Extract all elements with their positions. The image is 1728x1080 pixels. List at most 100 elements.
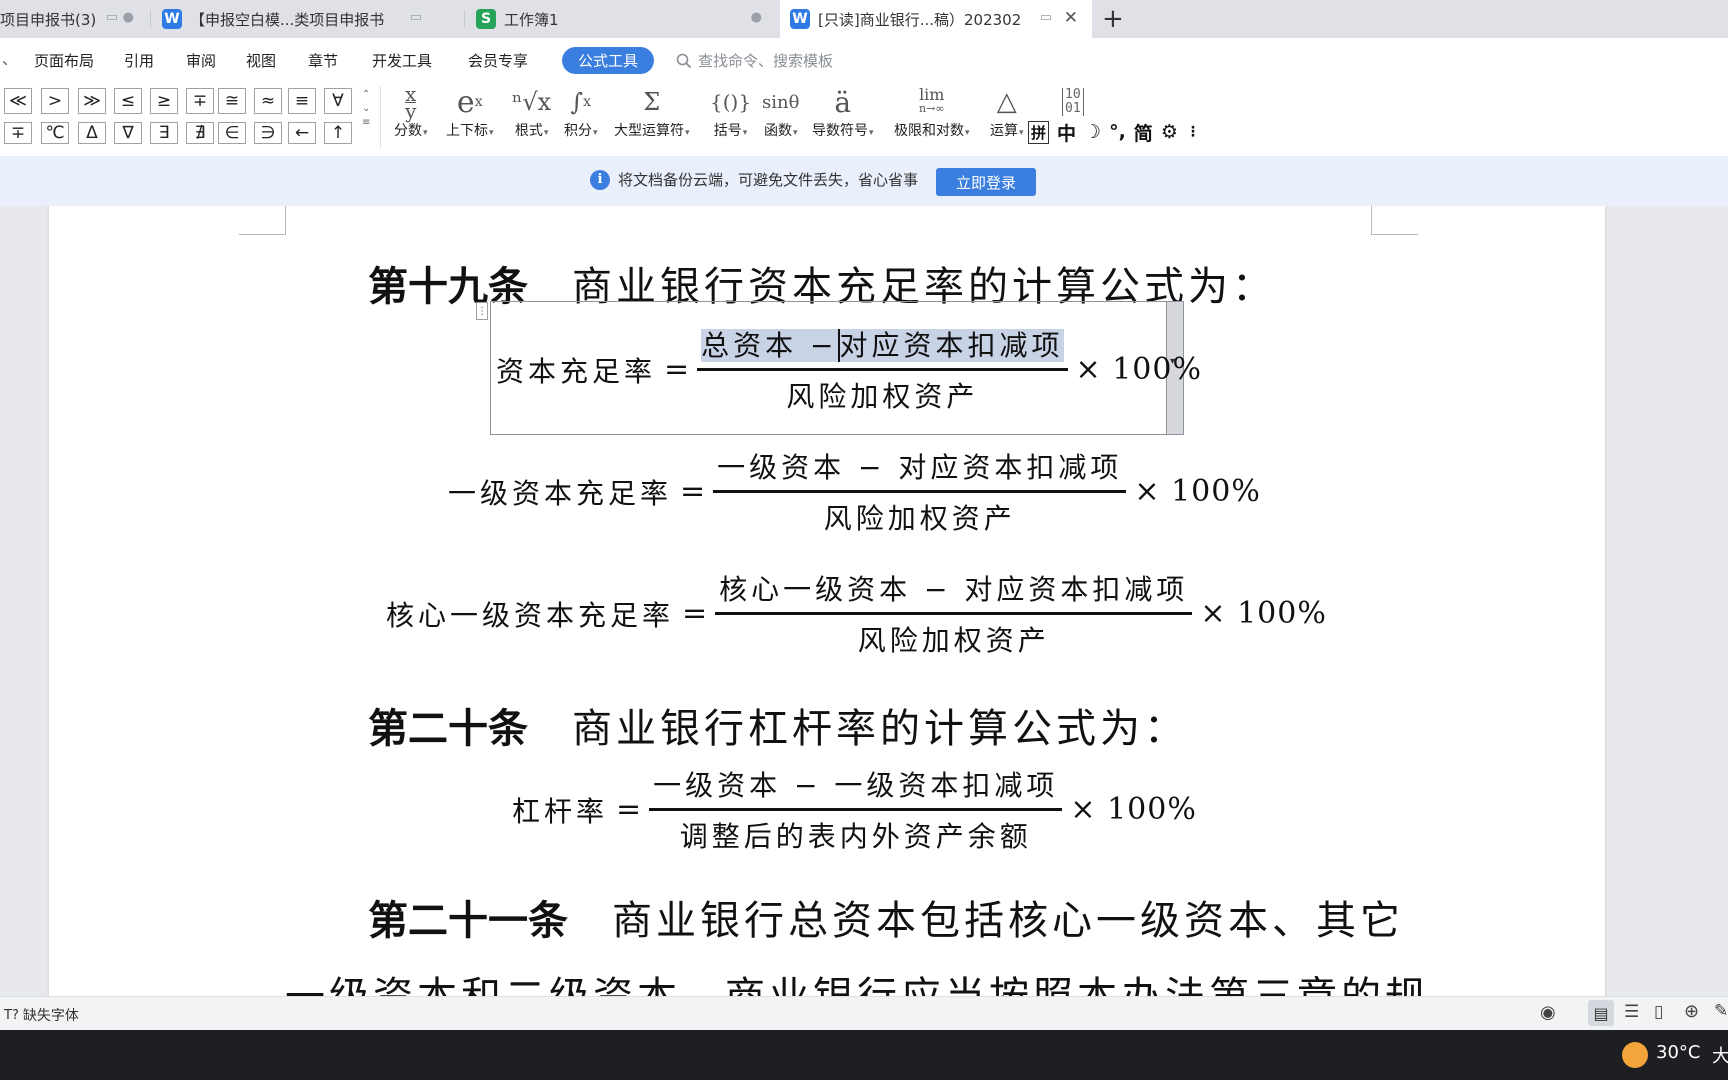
close-icon[interactable]: ✕ <box>1064 8 1078 28</box>
weather-description[interactable]: 大 <box>1712 1042 1728 1068</box>
ime-pinyin[interactable]: 拼 <box>1028 120 1050 144</box>
symbol-much-greater[interactable]: ≫ <box>78 88 106 114</box>
symbol-delta[interactable]: Δ <box>78 122 106 144</box>
ribbon-separator <box>380 86 381 148</box>
tab-separator <box>150 10 151 28</box>
numerator[interactable]: 核心一级资本 − 对应资本扣减项 <box>715 568 1193 615</box>
denominator[interactable]: 风险加权资产 <box>858 615 1050 659</box>
tab-separator <box>464 10 465 28</box>
symbol-much-less[interactable]: ≪ <box>4 88 32 114</box>
article-text: 商业银行杠杆率的计算公式为： <box>572 706 1188 752</box>
symbol-element-of[interactable]: ∈ <box>218 122 246 144</box>
numerator[interactable]: 一级资本 − 对应资本扣减项 <box>713 446 1127 493</box>
ime-simplified[interactable]: 简 <box>1134 119 1153 146</box>
menu-page-layout[interactable]: 页面布局 <box>34 50 94 71</box>
menu-references[interactable]: 引用 <box>124 50 154 71</box>
notice-text: 将文档备份云端，可避免文件丢失，省心省事 <box>618 171 919 189</box>
pen-icon[interactable]: ✎ <box>1714 1001 1728 1021</box>
equation-drag-handle[interactable]: ⋮ <box>476 302 488 320</box>
radical-button[interactable]: ⁿ√x 根式 <box>512 84 551 150</box>
symbol-nabla[interactable]: ∇ <box>114 122 142 144</box>
web-view-icon[interactable]: ⊕ <box>1684 1001 1699 1022</box>
search-box[interactable]: 查找命令、搜索模板 <box>676 50 833 71</box>
ime-punct-icon[interactable]: °, <box>1109 121 1126 143</box>
function-button[interactable]: sinθ 函数 <box>762 84 799 150</box>
symbol-scroll-icon[interactable]: ⌃ ⌄ ≡ <box>362 88 370 130</box>
menu-developer-tools[interactable]: 开发工具 <box>372 50 432 71</box>
symbol-greater-equal[interactable]: ≥ <box>150 88 178 114</box>
tab-formula-tools[interactable]: 公式工具 <box>562 47 654 74</box>
operator-button[interactable]: △ 运算 <box>990 84 1024 150</box>
menu-overflow-icon[interactable]: 、 <box>2 48 17 69</box>
denominator[interactable]: 风险加权资产 <box>824 493 1016 537</box>
fraction: 总资本 −对应资本扣减项 风险加权资产 <box>697 324 1068 415</box>
numerator[interactable]: 总资本 −对应资本扣减项 <box>697 324 1068 371</box>
bracket-icon: {()} <box>710 90 752 114</box>
large-operator-button[interactable]: Σ 大型运算符 <box>614 84 690 150</box>
missing-font-status[interactable]: T? 缺失字体 <box>4 1005 79 1025</box>
tier1-capital-adequacy-formula[interactable]: 一级资本充足率 = 一级资本 − 对应资本扣减项 风险加权资产 × 100% <box>448 446 1261 537</box>
ime-settings-icon[interactable]: ⚙ <box>1161 121 1178 143</box>
numerator-selected-b: 对应资本扣减项 <box>837 329 1064 362</box>
capital-adequacy-formula[interactable]: 资本充足率 = 总资本 −对应资本扣减项 风险加权资产 × 100% <box>496 324 1202 415</box>
multiplier: × 100% <box>1070 792 1197 827</box>
tab-workbook[interactable]: S 工作簿1 ● <box>466 0 776 38</box>
equals-sign: = <box>616 792 642 827</box>
new-tab-button[interactable]: + <box>1102 4 1124 34</box>
comment-icon: ▭ <box>1039 10 1052 25</box>
ime-more-icon[interactable]: ⋮ <box>1186 124 1200 140</box>
tab-active-doc[interactable]: W [只读]商业银行...稿）202302 ▭ ✕ <box>780 0 1092 38</box>
integral-button[interactable]: ∫ x 积分 <box>564 84 598 150</box>
symbol-not-exists[interactable]: ∄ <box>186 122 214 144</box>
symbol-minus-plus[interactable]: ∓ <box>186 88 214 114</box>
denominator[interactable]: 调整后的表内外资产余额 <box>680 811 1032 855</box>
radical-label: 根式 <box>515 120 549 140</box>
weather-icon[interactable] <box>1622 1042 1648 1068</box>
login-button[interactable]: 立即登录 <box>936 168 1036 196</box>
matrix-icon[interactable]: 10 01 <box>1062 88 1084 116</box>
accent-button[interactable]: ä 导数符号 <box>812 84 874 150</box>
dot-icon[interactable]: ● <box>751 10 762 25</box>
outline-view-icon[interactable]: ☰ <box>1624 1002 1639 1022</box>
symbol-up-arrow[interactable]: ↑ <box>324 122 352 144</box>
menu-member[interactable]: 会员专享 <box>468 50 528 71</box>
tab-label: 项目申报书(3) <box>0 10 97 29</box>
eye-protection-icon[interactable]: ◉ <box>1540 1002 1556 1023</box>
symbol-identical[interactable]: ≡ <box>288 88 316 114</box>
ime-chinese[interactable]: 中 <box>1057 119 1076 146</box>
numerator[interactable]: 一级资本 − 一级资本扣减项 <box>649 764 1063 811</box>
symbol-minus-plus-2[interactable]: ∓ <box>4 122 32 144</box>
core-tier1-capital-adequacy-formula[interactable]: 核心一级资本充足率 = 核心一级资本 − 对应资本扣减项 风险加权资产 × 10… <box>386 568 1327 659</box>
denominator[interactable]: 风险加权资产 <box>786 371 978 415</box>
dot-icon[interactable]: ● <box>123 10 134 25</box>
leverage-ratio-formula[interactable]: 杠杆率 = 一级资本 − 一级资本扣减项 调整后的表内外资产余额 × 100% <box>512 764 1197 855</box>
operator-label: 运算 <box>990 120 1024 140</box>
fraction-button[interactable]: xy 分数 <box>394 84 428 150</box>
reading-view-icon[interactable]: ▯ <box>1654 1002 1663 1022</box>
script-button[interactable]: ex 上下标 <box>446 84 494 150</box>
menu-review[interactable]: 审阅 <box>186 50 216 71</box>
symbol-congruent[interactable]: ≅ <box>218 88 246 114</box>
numerator-selected-a: 总资本 − <box>701 329 838 362</box>
ime-toolbar: 拼 中 ☽ °, 简 ⚙ ⋮ <box>1028 118 1200 146</box>
menu-chapter[interactable]: 章节 <box>308 50 338 71</box>
operator-icon: △ <box>996 87 1017 117</box>
symbol-left-arrow[interactable]: ← <box>288 122 316 144</box>
symbol-less-equal[interactable]: ≤ <box>114 88 142 114</box>
symbol-exists[interactable]: ∃ <box>150 122 178 144</box>
symbol-for-all[interactable]: ∀ <box>324 88 352 114</box>
symbol-greater[interactable]: > <box>41 88 69 114</box>
symbol-approx[interactable]: ≈ <box>254 88 282 114</box>
ime-moon-icon[interactable]: ☽ <box>1084 121 1101 143</box>
tab-doc-1[interactable]: 项目申报书(3) ▭ ● <box>0 0 148 38</box>
tab-doc-2[interactable]: W 【申报空白模...类项目申报书 ▭ <box>152 0 462 38</box>
bracket-button[interactable]: {()} 括号 <box>710 84 751 150</box>
limit-log-button[interactable]: lim n→∞ 极限和对数 <box>894 84 970 150</box>
symbol-celsius[interactable]: ℃ <box>41 122 69 144</box>
fraction: 核心一级资本 − 对应资本扣减项 风险加权资产 <box>715 568 1193 659</box>
weather-temperature[interactable]: 30°C <box>1656 1042 1700 1063</box>
accent-label: 导数符号 <box>812 120 874 140</box>
page-view-icon[interactable]: ▤ <box>1588 1000 1614 1026</box>
symbol-contains[interactable]: ∋ <box>254 122 282 144</box>
menu-view[interactable]: 视图 <box>246 50 276 71</box>
